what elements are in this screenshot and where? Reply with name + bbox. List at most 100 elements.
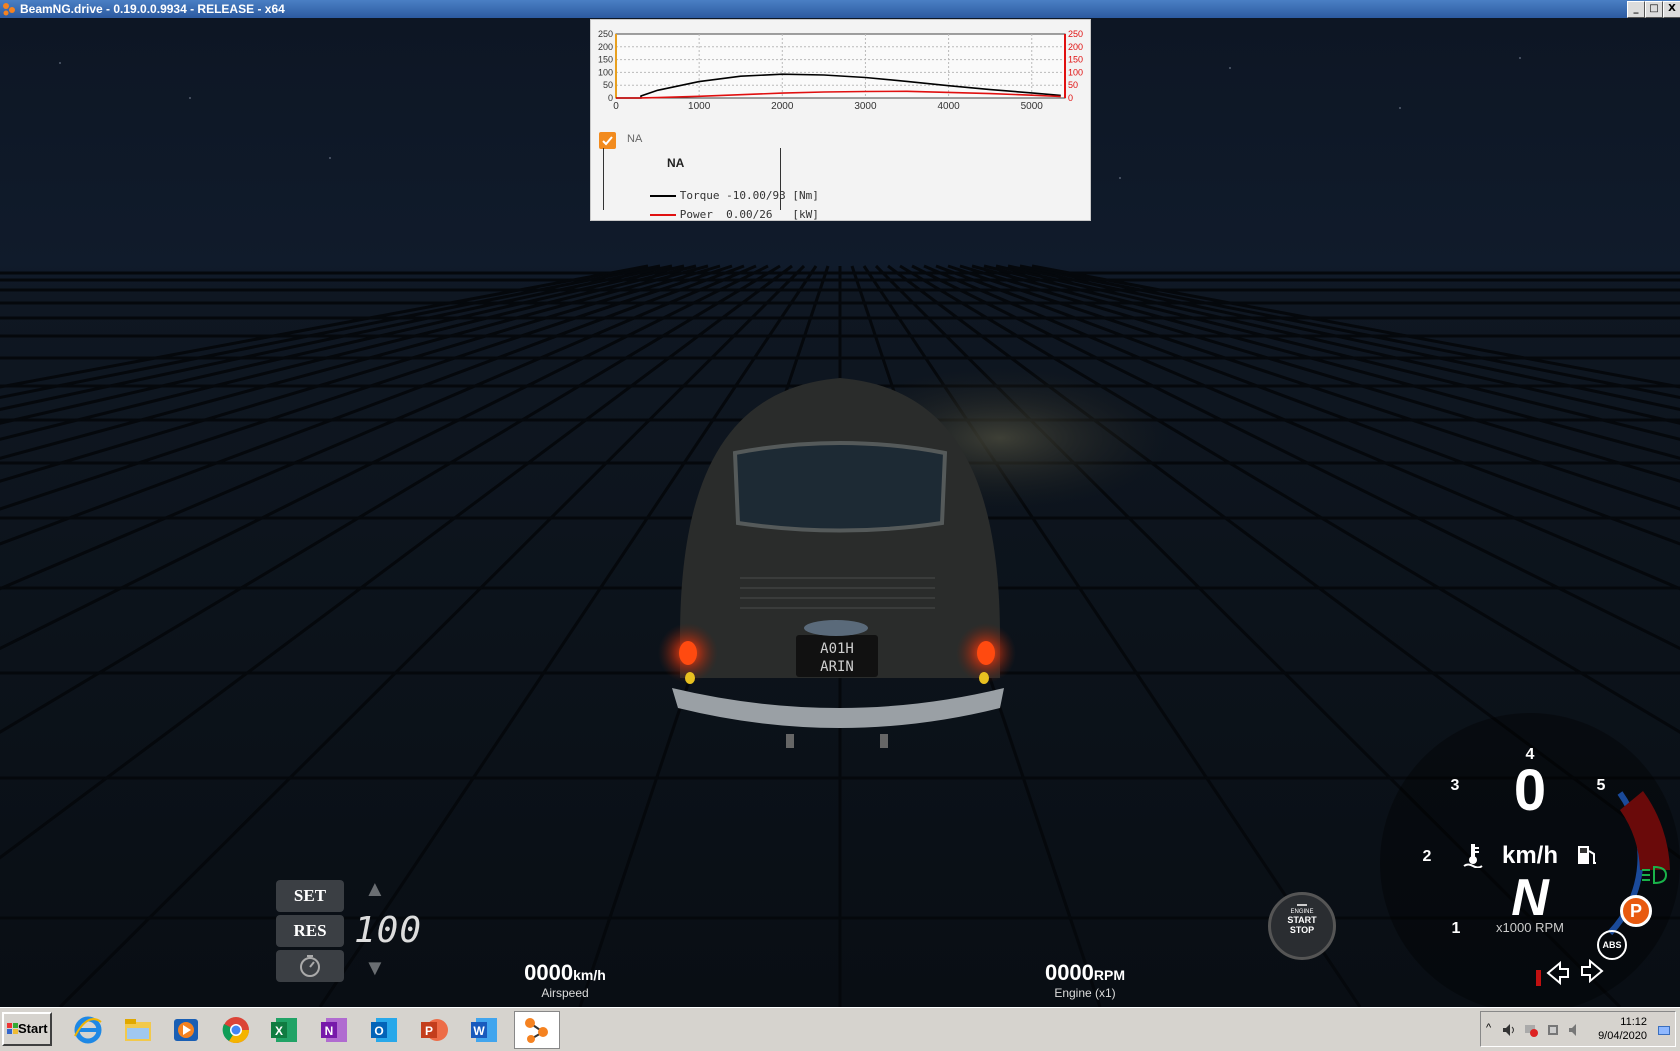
svg-text:N: N [325,1024,334,1038]
turn-left-icon [1546,960,1569,986]
y-left-tick-label: 200 [598,42,613,52]
headlight-indicator-icon [1642,865,1668,885]
start-button[interactable]: Start [2,1012,52,1046]
windows-logo-icon [7,1023,18,1034]
network-warning-icon[interactable] [1523,1022,1539,1038]
engine-start-stop-button[interactable]: ENGINE START STOP [1268,892,1336,960]
powerpoint-icon[interactable]: P [418,1014,450,1046]
parking-brake-indicator: P [1620,895,1652,927]
beamng-icon [525,1018,548,1043]
cruise-res-button[interactable]: RES [276,915,344,947]
engine-rpm-unit: RPM [1093,967,1126,983]
show-desktop-icon[interactable] [1657,1024,1671,1038]
clock-time: 11:12 [1620,1016,1647,1028]
tray-expand-button[interactable]: ^ [1486,1022,1491,1034]
rpm-tick-3: 3 [1450,777,1460,794]
stop-label: STOP [1289,925,1315,935]
rpm-tick-1: 1 [1451,920,1461,937]
torque-power-chart: 250200150100500 250200150100500 0 1000 200… [598,29,1083,112]
y-left-tick-label: 250 [598,29,613,39]
close-button[interactable]: X [1663,1,1680,18]
internet-explorer-icon[interactable] [72,1014,104,1046]
turn-signals [1536,958,1604,986]
chrome-icon[interactable] [220,1014,252,1046]
x-tick-label: 1000 [688,101,711,112]
x-tick-label: 3000 [854,101,877,112]
airspeed-value: 0000 [524,960,574,985]
cruise-set-button[interactable]: SET [276,880,344,912]
y-right-tick-label: 100 [1068,67,1083,77]
action-center-icon[interactable] [1545,1022,1561,1038]
speedometer-icon [300,955,320,977]
clock-date: 9/04/2020 [1598,1030,1647,1042]
y-right-tick-label: 250 [1068,29,1083,39]
cruise-up-arrow-icon[interactable]: ▲ [364,876,386,902]
torque-curve-panel: 250 200 150 100 50 0 250 200 150 100 50 0 0 1000 200… [590,19,1091,221]
abs-indicator: ABS [1597,930,1627,960]
na-checkbox[interactable] [599,132,616,149]
volume-icon[interactable] [1501,1022,1517,1038]
y-left-tick-label: 100 [598,67,613,77]
check-icon [602,136,613,146]
x-tick-label: 4000 [937,101,960,112]
window-title-bar[interactable]: BeamNG.drive - 0.19.0.0.9934 - RELEASE -… [0,0,1680,18]
x-tick-label: 0 [613,101,619,112]
engine-indicator-dash [1297,904,1307,906]
svg-text:ARIN: ARIN [820,659,854,675]
coolant-temp-icon [1463,844,1483,868]
cruise-down-arrow-icon[interactable]: ▼ [364,955,386,981]
window-title: BeamNG.drive - 0.19.0.0.9934 - RELEASE -… [20,2,285,16]
y-left-tick-label: 150 [598,55,613,65]
power-legend-text: Power 0.00/26 [kW] [679,208,819,221]
fuel-icon [1578,846,1596,864]
legend-title: NA [667,156,685,170]
legend-power: Power 0.00/26 [kW] [610,195,819,234]
speed-value: 0 [1513,758,1547,823]
y-right-tick-label: 200 [1068,42,1083,52]
taskbar: Start X N O P W ^ 11:12 9/04/2020 [0,1007,1680,1051]
engine-rpm-label: Engine (x1) [1054,986,1116,1000]
start-label: Start [18,1021,48,1036]
rpm-scale-label: x1000 RPM [1496,920,1564,935]
media-player-icon[interactable] [170,1014,202,1046]
minimize-button[interactable]: _ [1627,1,1645,18]
maximize-button[interactable]: □ [1645,1,1663,18]
clock[interactable]: 11:12 9/04/2020 [1598,1015,1647,1043]
cruise-speed-display: 100 [354,910,423,951]
y-left-tick-label: 50 [603,80,613,90]
graph-legend: NA Torque -10.00/93 [Nm] Power 0.00/26 [… [603,148,819,221]
x-tick-label: 2000 [771,101,794,112]
y-right-tick-label: 150 [1068,55,1083,65]
start-label: START [1287,915,1317,925]
system-tray: ^ 11:12 9/04/2020 [1480,1011,1676,1047]
airspeed-unit: km/h [573,967,606,983]
power-swatch [649,214,676,216]
na-checkbox-label: NA [627,133,643,145]
speaker-icon[interactable] [1567,1022,1583,1038]
redline-marker [1536,970,1541,986]
beamng-taskbar-button[interactable] [514,1011,560,1049]
rpm-tick-5: 5 [1596,777,1606,794]
svg-text:X: X [275,1024,283,1038]
word-icon[interactable]: W [468,1014,500,1046]
gear-indicator: N [1511,869,1549,927]
airspeed-readout: 0000km/h Airspeed [505,960,625,1000]
svg-text:O: O [374,1024,383,1038]
rpm-tick-2: 2 [1422,848,1432,865]
turn-right-icon [1581,958,1604,984]
airspeed-label: Airspeed [541,986,589,1000]
svg-text:A01H: A01H [820,641,854,657]
y-right-tick-label: 0 [1068,93,1073,103]
x-tick-label: 5000 [1021,101,1044,112]
file-explorer-icon[interactable] [122,1014,154,1046]
rpm-tick-4: 4 [1525,746,1535,763]
outlook-icon[interactable]: O [368,1014,400,1046]
excel-icon[interactable]: X [268,1014,300,1046]
onenote-icon[interactable]: N [318,1014,350,1046]
cruise-toggle-button[interactable] [276,950,344,982]
beamng-app-icon [3,3,15,16]
svg-text:P: P [425,1024,433,1038]
engine-rpm-value: 0000 [1044,960,1094,985]
engine-rpm-readout: 0000RPM Engine (x1) [1025,960,1145,1000]
svg-text:W: W [473,1024,485,1038]
